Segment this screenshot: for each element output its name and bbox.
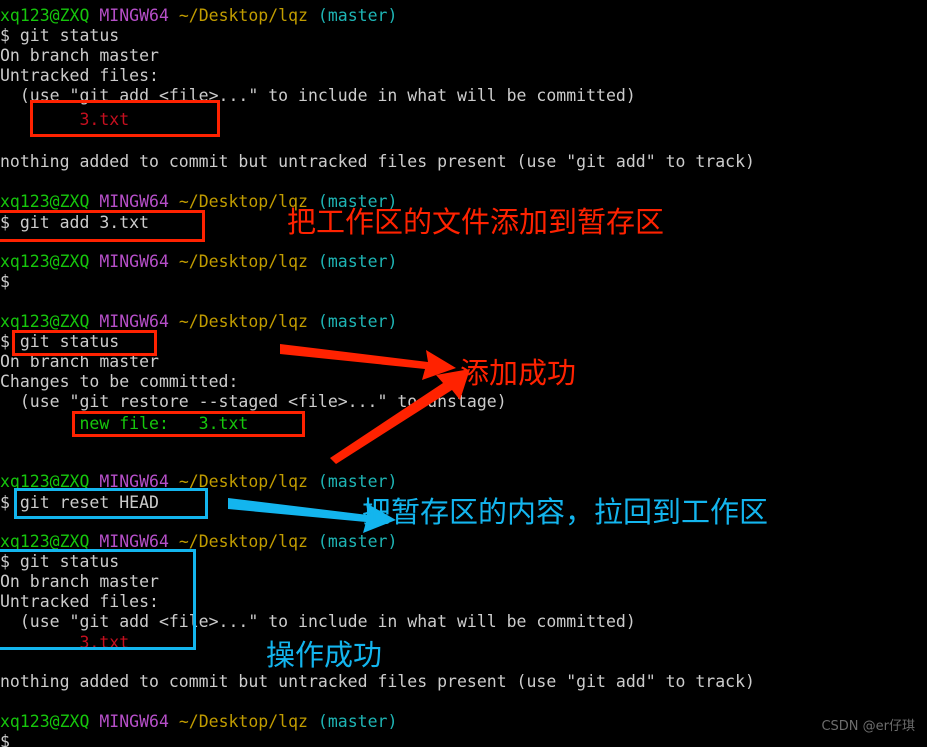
note-add-to-staging-area: 把工作区的文件添加到暂存区 xyxy=(287,205,665,239)
note-operation-success: 操作成功 xyxy=(266,638,383,672)
prompt-branch: (master) xyxy=(317,6,398,25)
prompt-user: xq123@ZXQ xyxy=(0,192,90,211)
prompt-host: MINGW64 xyxy=(99,192,169,211)
output-on-branch: On branch master xyxy=(0,46,159,65)
prompt-path: ~/Desktop/lqz xyxy=(178,312,308,331)
output-untracked-files: Untracked files: xyxy=(0,66,159,85)
command-git-status[interactable]: $ git status xyxy=(0,26,119,46)
prompt-line: xq123@ZXQ MINGW64 ~/Desktop/lqz (master) xyxy=(0,312,397,332)
highlight-box-git-add-command xyxy=(0,210,205,242)
prompt-user: xq123@ZXQ xyxy=(0,6,90,25)
prompt-user: xq123@ZXQ xyxy=(0,312,90,331)
highlight-box-status-output xyxy=(0,549,196,650)
highlight-box-git-status-command xyxy=(12,330,157,356)
prompt-branch: (master) xyxy=(317,252,398,271)
note-add-success: 添加成功 xyxy=(460,356,577,390)
prompt-dollar[interactable]: $ xyxy=(0,272,10,292)
prompt-path: ~/Desktop/lqz xyxy=(178,712,308,731)
prompt-line: xq123@ZXQ MINGW64 ~/Desktop/lqz (master) xyxy=(0,712,397,732)
prompt-host: MINGW64 xyxy=(99,312,169,331)
output-nothing-added: nothing added to commit but untracked fi… xyxy=(0,152,755,171)
output-changes-to-be-committed: Changes to be committed: xyxy=(0,372,239,391)
prompt-path: ~/Desktop/lqz xyxy=(178,252,308,271)
prompt-host: MINGW64 xyxy=(99,252,169,271)
prompt-branch: (master) xyxy=(317,712,398,731)
prompt-dollar[interactable]: $ xyxy=(0,732,10,747)
prompt-path: ~/Desktop/lqz xyxy=(178,6,308,25)
prompt-host: MINGW64 xyxy=(99,6,169,25)
highlight-box-file-3txt xyxy=(30,100,220,137)
terminal-window[interactable]: xq123@ZXQ MINGW64 ~/Desktop/lqz (master)… xyxy=(0,0,927,747)
note-pull-back-to-workspace: 把暂存区的内容，拉回到工作区 xyxy=(362,495,769,529)
prompt-user: xq123@ZXQ xyxy=(0,712,90,731)
prompt-branch: (master) xyxy=(317,312,398,331)
highlight-box-git-reset-command xyxy=(14,488,208,519)
csdn-watermark: CSDN @er仔琪 xyxy=(821,719,915,734)
prompt-line: xq123@ZXQ MINGW64 ~/Desktop/lqz (master) xyxy=(0,6,397,26)
prompt-line: xq123@ZXQ MINGW64 ~/Desktop/lqz (master) xyxy=(0,252,397,272)
prompt-host: MINGW64 xyxy=(99,712,169,731)
output-nothing-added: nothing added to commit but untracked fi… xyxy=(0,672,755,691)
prompt-branch: (master) xyxy=(317,472,398,491)
prompt-user: xq123@ZXQ xyxy=(0,252,90,271)
highlight-box-new-file-3txt xyxy=(72,411,305,437)
